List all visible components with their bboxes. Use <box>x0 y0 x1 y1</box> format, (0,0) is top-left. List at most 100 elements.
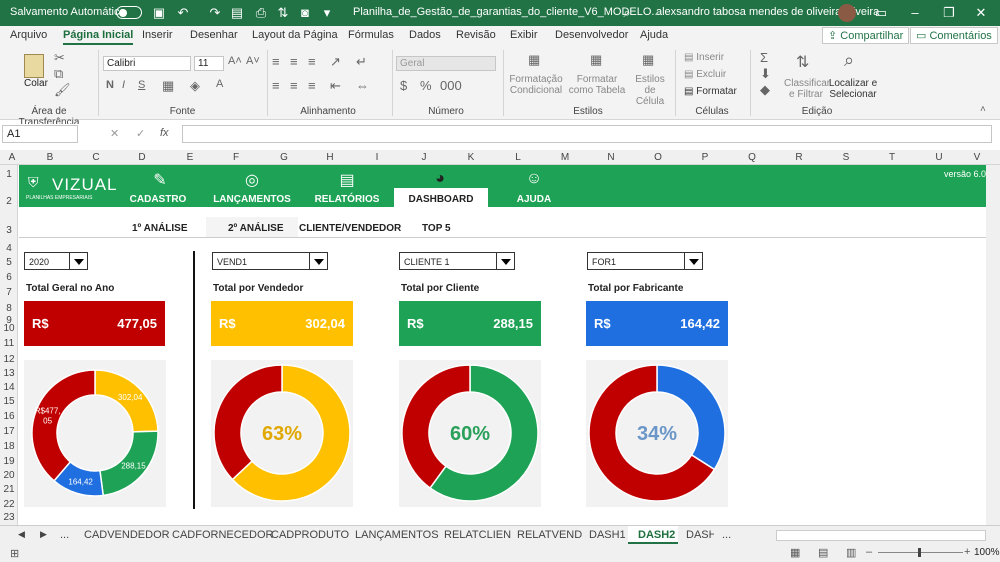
sheet-tab-active[interactable]: DASH2 <box>638 529 675 541</box>
chevron-down-icon[interactable] <box>496 253 514 269</box>
italic-icon[interactable]: I <box>122 79 125 91</box>
row-header[interactable]: 22 <box>0 499 18 510</box>
row-header[interactable]: 7 <box>0 287 18 298</box>
font-size-select[interactable]: 11 <box>194 56 224 71</box>
fill-icon[interactable]: ⬇ <box>760 66 771 82</box>
subtab-top5[interactable]: TOP 5 <box>422 223 451 234</box>
tab-insert[interactable]: Inserir <box>142 29 173 41</box>
column-header[interactable]: U <box>933 152 945 163</box>
client-dropdown[interactable]: CLIENTE 1 <box>399 252 515 270</box>
ribbon-options-icon[interactable]: ▭ <box>872 4 890 22</box>
bold-icon[interactable]: N <box>106 79 114 91</box>
column-header[interactable]: I <box>371 152 383 163</box>
column-header[interactable]: L <box>512 152 524 163</box>
grow-font-icon[interactable]: A˄ <box>228 55 242 67</box>
column-header[interactable]: V <box>971 152 983 163</box>
paste-icon[interactable] <box>24 54 44 78</box>
underline-icon[interactable]: S <box>138 79 145 91</box>
align-left-icon[interactable]: ≡ <box>272 78 280 93</box>
tab-developer[interactable]: Desenvolvedor <box>555 29 628 41</box>
wrap-text-icon[interactable]: ↵ <box>356 54 367 70</box>
row-header[interactable]: 4 <box>0 243 18 254</box>
sort-icon[interactable]: ⇅ <box>274 4 292 22</box>
conditional-format-button[interactable]: Formatação Condicional <box>506 74 566 96</box>
subtab-analise-1[interactable]: 1º ANÁLISE <box>132 223 188 234</box>
tab-page-layout[interactable]: Layout da Página <box>252 29 338 41</box>
macro-record-icon[interactable]: ⊞ <box>10 547 19 560</box>
subtab-cliente-vendedor[interactable]: CLIENTE/VENDEDOR <box>299 223 401 234</box>
subtab-analise-2[interactable]: 2º ANÁLISE <box>228 223 284 234</box>
formula-input[interactable] <box>182 125 992 143</box>
autosave-toggle[interactable] <box>116 6 142 19</box>
tab-draw[interactable]: Desenhar <box>190 29 238 41</box>
tab-data[interactable]: Dados <box>409 29 441 41</box>
minimize-icon[interactable]: – <box>906 4 924 22</box>
column-header[interactable]: K <box>465 152 477 163</box>
clear-icon[interactable]: ◆ <box>760 82 770 98</box>
percent-icon[interactable]: % <box>420 78 432 93</box>
font-name-select[interactable]: Calibri <box>103 56 191 71</box>
row-header[interactable]: 8 <box>0 303 18 314</box>
row-header[interactable]: 6 <box>0 272 18 283</box>
zoom-in-icon[interactable]: + <box>964 546 970 558</box>
align-middle-icon[interactable]: ≡ <box>290 54 298 69</box>
function-icon[interactable]: fx <box>160 127 169 139</box>
fill-color-icon[interactable]: ◈ <box>190 78 200 94</box>
sheet-tab[interactable]: DASH1 <box>589 529 626 541</box>
format-painter-icon[interactable]: 🖌 <box>54 82 71 98</box>
paste-label[interactable]: Colar <box>24 78 48 89</box>
restore-icon[interactable]: ❐ <box>940 4 958 22</box>
row-header[interactable]: 14 <box>0 382 18 393</box>
maker-dropdown[interactable]: FOR1 <box>587 252 703 270</box>
zoom-thumb[interactable] <box>918 548 921 557</box>
column-header[interactable]: M <box>559 152 571 163</box>
camera-icon[interactable]: ◙ <box>296 4 314 22</box>
row-header[interactable]: 16 <box>0 411 18 422</box>
column-header[interactable]: A <box>6 152 18 163</box>
number-format-select[interactable]: Geral <box>396 56 496 71</box>
column-header[interactable]: D <box>136 152 148 163</box>
row-header[interactable]: 1 <box>0 169 18 180</box>
indent-icon[interactable]: ⇤ <box>330 78 341 94</box>
more-tabs-icon[interactable]: ... <box>722 529 731 541</box>
row-header[interactable]: 10 <box>0 323 18 334</box>
seller-dropdown[interactable]: VEND1 <box>212 252 328 270</box>
column-header[interactable]: G <box>278 152 290 163</box>
row-header[interactable]: 12 <box>0 354 18 365</box>
column-header[interactable]: H <box>324 152 336 163</box>
sheet-tab[interactable]: CADPRODUTO <box>271 529 349 541</box>
sheet-tab[interactable]: RELATVEND <box>517 529 582 541</box>
align-top-icon[interactable]: ≡ <box>272 54 280 69</box>
column-header[interactable]: T <box>886 152 898 163</box>
row-header[interactable]: 13 <box>0 368 18 379</box>
align-bottom-icon[interactable]: ≡ <box>308 54 316 69</box>
column-header[interactable]: E <box>184 152 196 163</box>
copy-icon[interactable]: ⧉ <box>54 66 63 82</box>
row-header[interactable]: 23 <box>0 512 18 523</box>
delete-cells-button[interactable]: ▤ Excluir <box>684 69 726 80</box>
row-header[interactable]: 18 <box>0 441 18 452</box>
cell-styles-button[interactable]: Estilos de Célula <box>630 74 670 107</box>
borders-icon[interactable]: ▦ <box>162 78 174 94</box>
tab-help[interactable]: Ajuda <box>640 29 668 41</box>
find-select-button[interactable]: Localizar e Selecionar <box>828 78 878 100</box>
sheet-tab[interactable]: LANÇAMENTOS <box>355 529 439 541</box>
form-icon[interactable]: ▤ <box>228 4 246 22</box>
undo-icon[interactable]: ↶ <box>174 4 192 22</box>
align-center-icon[interactable]: ≡ <box>290 78 298 93</box>
thousands-icon[interactable]: 000 <box>440 78 462 93</box>
align-right-icon[interactable]: ≡ <box>308 78 316 93</box>
print-icon[interactable]: ⎙ <box>252 4 270 22</box>
column-header[interactable]: C <box>90 152 102 163</box>
comments-button[interactable]: ▭ Comentários <box>910 27 998 44</box>
currency-icon[interactable]: $ <box>400 78 407 93</box>
sheet-tab[interactable]: CADFORNECEDOR <box>172 529 273 541</box>
insert-cells-button[interactable]: ▤ Inserir <box>684 52 724 63</box>
page-break-icon[interactable]: ▥ <box>846 546 856 559</box>
merge-icon[interactable]: ⇔ <box>356 78 369 93</box>
enter-icon[interactable]: ✓ <box>136 127 145 140</box>
tab-view[interactable]: Exibir <box>510 29 538 41</box>
customize-icon[interactable]: ▾ <box>318 4 336 22</box>
column-header[interactable]: S <box>840 152 852 163</box>
font-color-icon[interactable]: A <box>216 78 223 90</box>
